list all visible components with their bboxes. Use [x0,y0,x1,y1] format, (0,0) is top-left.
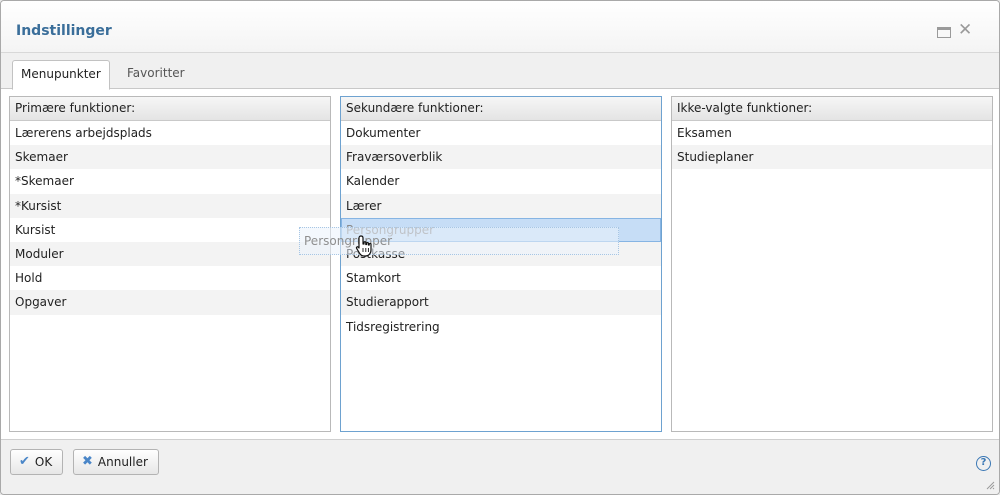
primary-functions-panel: Primære funktioner: Lærerens arbejdsplad… [9,96,331,432]
list-item[interactable]: Postkasse [341,241,661,267]
list-item[interactable]: Fraværsoverblik [341,145,661,170]
tab-strip: Menupunkter Favoritter [1,53,999,90]
list-item[interactable]: Skemaer [10,145,330,170]
cancel-button[interactable]: ✖ Annuller [73,449,159,475]
list-item[interactable]: Stamkort [341,266,661,290]
list-item[interactable]: Eksamen [672,121,992,145]
hand-cursor-icon [355,235,372,257]
cancel-button-label: Annuller [97,455,148,469]
list-item[interactable]: Kalender [341,169,661,193]
list-item[interactable]: *Kursist [10,193,330,218]
list-item[interactable]: Tidsregistrering [341,315,661,339]
list-item[interactable]: Studieplaner [672,145,992,170]
list-item[interactable]: Lærerens arbejdsplads [10,121,330,145]
help-icon[interactable]: ? [976,456,991,471]
list-item-selected[interactable]: Persongrupper [341,217,661,242]
x-icon: ✖ [82,454,93,469]
list-item[interactable]: Kursist [10,218,330,242]
secondary-functions-panel: Sekundære funktioner: Dokumenter Fraværs… [340,96,662,432]
list-item[interactable]: Moduler [10,241,330,267]
list-item[interactable]: Dokumenter [341,121,661,145]
tab-menupunkter[interactable]: Menupunkter [12,60,110,90]
tab-favoritter[interactable]: Favoritter [119,60,193,89]
dialog-title: Indstillinger [16,23,112,39]
unselected-functions-header: Ikke-valgte funktioner: [672,97,992,121]
checkmark-icon: ✔ [19,454,30,469]
maximize-icon[interactable] [937,27,951,38]
unselected-functions-panel: Ikke-valgte funktioner: Eksamen Studiepl… [671,96,993,432]
dialog-footer: ✔ OK ✖ Annuller ? [1,439,999,494]
close-icon[interactable]: ✕ [958,22,972,39]
list-item[interactable]: Lærer [341,193,661,218]
secondary-functions-header: Sekundære funktioner: [341,97,661,121]
list-item[interactable]: Studierapport [341,290,661,315]
resize-grip-icon[interactable] [985,480,995,490]
dialog-titlebar[interactable]: Indstillinger ✕ [1,1,999,53]
settings-dialog: Indstillinger ✕ Menupunkter Favoritter P… [0,0,1000,495]
ok-button-label: OK [34,455,53,469]
list-item[interactable]: Hold [10,266,330,290]
primary-functions-header: Primære funktioner: [10,97,330,121]
ok-button[interactable]: ✔ OK [10,449,63,475]
list-item[interactable]: *Skemaer [10,169,330,193]
list-item[interactable]: Opgaver [10,290,330,315]
